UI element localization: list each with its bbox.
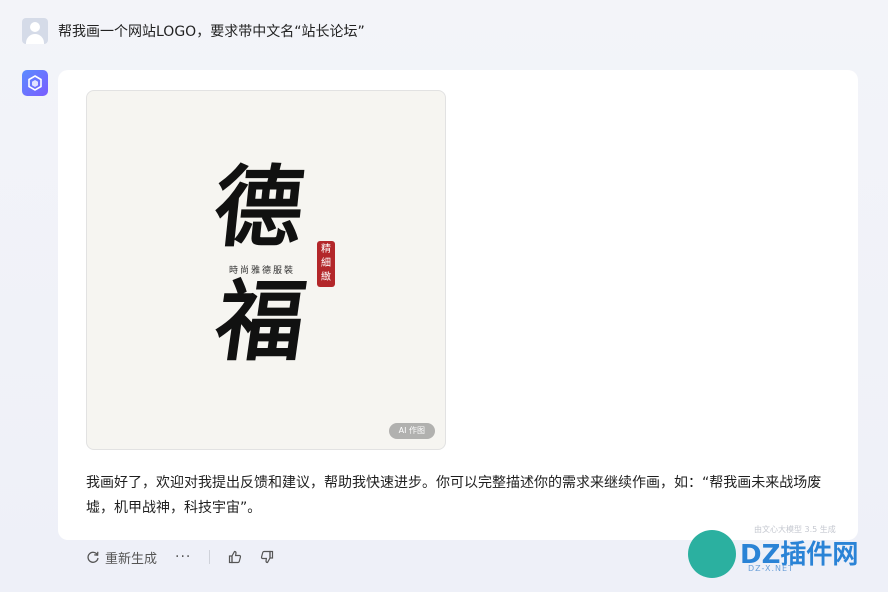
bot-logo-icon (28, 75, 42, 91)
user-avatar (22, 18, 48, 44)
watermark-subtitle: DZ-X.NET (748, 564, 794, 573)
bot-response-card: 德 時尚雅德服裝 精細緻 福 AI 作图 我画好了，欢迎对我提出反馈和建议，帮助… (58, 70, 858, 540)
thumbs-up-icon (229, 550, 242, 564)
bot-reply-text: 我画好了，欢迎对我提出反馈和建议，帮助我快速进步。你可以完整描述你的需求来继续作… (86, 475, 822, 516)
user-message: 帮我画一个网站LOGO，要求带中文名“站长论坛” (22, 18, 365, 44)
response-actions: 重新生成 ··· (86, 546, 274, 568)
divider (209, 550, 211, 564)
thumbs-down-button[interactable] (260, 550, 274, 564)
thumbs-up-button[interactable] (228, 550, 242, 564)
thumbs-down-icon (261, 550, 274, 564)
bot-avatar (22, 70, 48, 96)
refresh-icon (87, 551, 99, 563)
more-options-button[interactable]: ··· (175, 549, 191, 565)
logo-glyph-top: 德 (209, 155, 309, 259)
ai-generated-badge: AI 作图 (388, 423, 435, 439)
red-seal-stamp: 精細緻 (317, 241, 335, 287)
generated-logo-image[interactable]: 德 時尚雅德服裝 精細緻 福 AI 作图 (86, 90, 446, 450)
user-prompt-text: 帮我画一个网站LOGO，要求带中文名“站长论坛” (58, 24, 365, 40)
regenerate-label: 重新生成 (105, 551, 158, 567)
site-watermark: DZ插件网 DZ-X.NET (688, 520, 888, 592)
regenerate-button[interactable]: 重新生成 (86, 548, 157, 567)
logo-glyph-bottom: 福 (209, 269, 313, 373)
watermark-logo-icon (688, 530, 736, 578)
